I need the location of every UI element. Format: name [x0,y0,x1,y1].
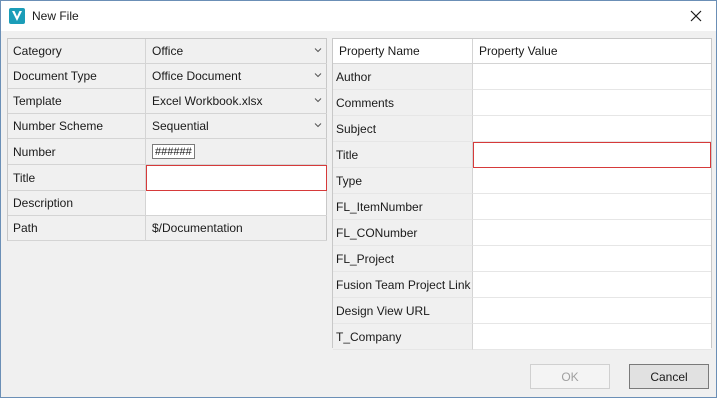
property-name: Type [333,168,473,194]
property-name: Title [333,142,473,168]
window-title: New File [32,9,79,23]
description-label: Description [8,191,146,215]
property-value-cell[interactable] [473,64,711,90]
close-button[interactable] [676,1,716,31]
property-value-cell[interactable] [473,168,711,194]
table-row: Type [333,168,711,194]
property-name: Design View URL [333,298,473,324]
property-table-header: Property Name Property Value [333,39,711,64]
title-row: Title [8,165,327,191]
chevron-down-icon [314,48,322,53]
vault-logo-icon [9,8,25,24]
column-header-property-name[interactable]: Property Name [333,39,473,63]
category-row: Category Office [8,39,327,64]
category-label: Category [8,39,146,63]
title-property-value-cell[interactable] [473,142,711,168]
chevron-down-icon [314,73,322,78]
property-name: FL_ItemNumber [333,194,473,220]
property-name: T_Company [333,324,473,350]
path-value-cell: $/Documentation [146,216,327,240]
path-label: Path [8,216,146,240]
file-properties-grid: Category Office Document Type Office Doc… [7,38,327,241]
property-name: Author [333,64,473,90]
new-file-dialog: New File Category Office Document Type O… [0,0,717,398]
document-type-dropdown[interactable]: Office Document [146,64,327,88]
property-value-cell[interactable] [473,116,711,142]
property-value-cell[interactable] [473,246,711,272]
document-type-label: Document Type [8,64,146,88]
ok-button[interactable]: OK [530,364,610,389]
title-label: Title [8,165,146,190]
property-name: FL_Project [333,246,473,272]
number-mask-field[interactable]: ###### [152,144,195,159]
number-row: Number ###### [8,139,327,165]
property-name: Fusion Team Project Link [333,272,473,298]
property-name: FL_CONumber [333,220,473,246]
cancel-button[interactable]: Cancel [629,364,709,389]
property-value-cell[interactable] [473,298,711,324]
table-row: T_Company [333,324,711,350]
number-scheme-dropdown[interactable]: Sequential [146,114,327,138]
property-name: Subject [333,116,473,142]
template-value: Excel Workbook.xlsx [152,94,263,108]
table-row: FL_CONumber [333,220,711,246]
table-row: Comments [333,90,711,116]
property-value-cell[interactable] [473,220,711,246]
column-header-property-value[interactable]: Property Value [473,39,711,63]
title-cell [146,165,327,191]
table-row: Design View URL [333,298,711,324]
path-value: $/Documentation [152,221,243,235]
document-type-value: Office Document [152,69,242,83]
property-name: Comments [333,90,473,116]
number-mask-cell: ###### [146,139,327,164]
property-value-cell[interactable] [473,272,711,298]
property-value-cell[interactable] [473,194,711,220]
property-value-cell[interactable] [473,90,711,116]
table-row: Fusion Team Project Link [333,272,711,298]
template-row: Template Excel Workbook.xlsx [8,89,327,114]
number-scheme-row: Number Scheme Sequential [8,114,327,139]
template-dropdown[interactable]: Excel Workbook.xlsx [146,89,327,113]
chevron-down-icon [314,123,322,128]
category-value: Office [152,44,184,58]
number-scheme-value: Sequential [152,119,209,133]
property-table: Property Name Property Value Author Comm… [332,38,712,350]
chevron-down-icon [314,98,322,103]
document-type-row: Document Type Office Document [8,64,327,89]
table-row: Subject [333,116,711,142]
template-label: Template [8,89,146,113]
description-row: Description [8,191,327,216]
description-input[interactable] [146,191,327,215]
table-row: FL_Project [333,246,711,272]
category-dropdown[interactable]: Office [146,39,327,63]
table-row: FL_ItemNumber [333,194,711,220]
table-row: Title [333,142,711,168]
number-label: Number [8,139,146,164]
close-icon [690,10,702,22]
title-input[interactable] [146,165,327,191]
table-row: Author [333,64,711,90]
number-scheme-label: Number Scheme [8,114,146,138]
path-row: Path $/Documentation [8,216,327,241]
property-value-cell[interactable] [473,324,711,350]
title-bar: New File [1,1,716,31]
